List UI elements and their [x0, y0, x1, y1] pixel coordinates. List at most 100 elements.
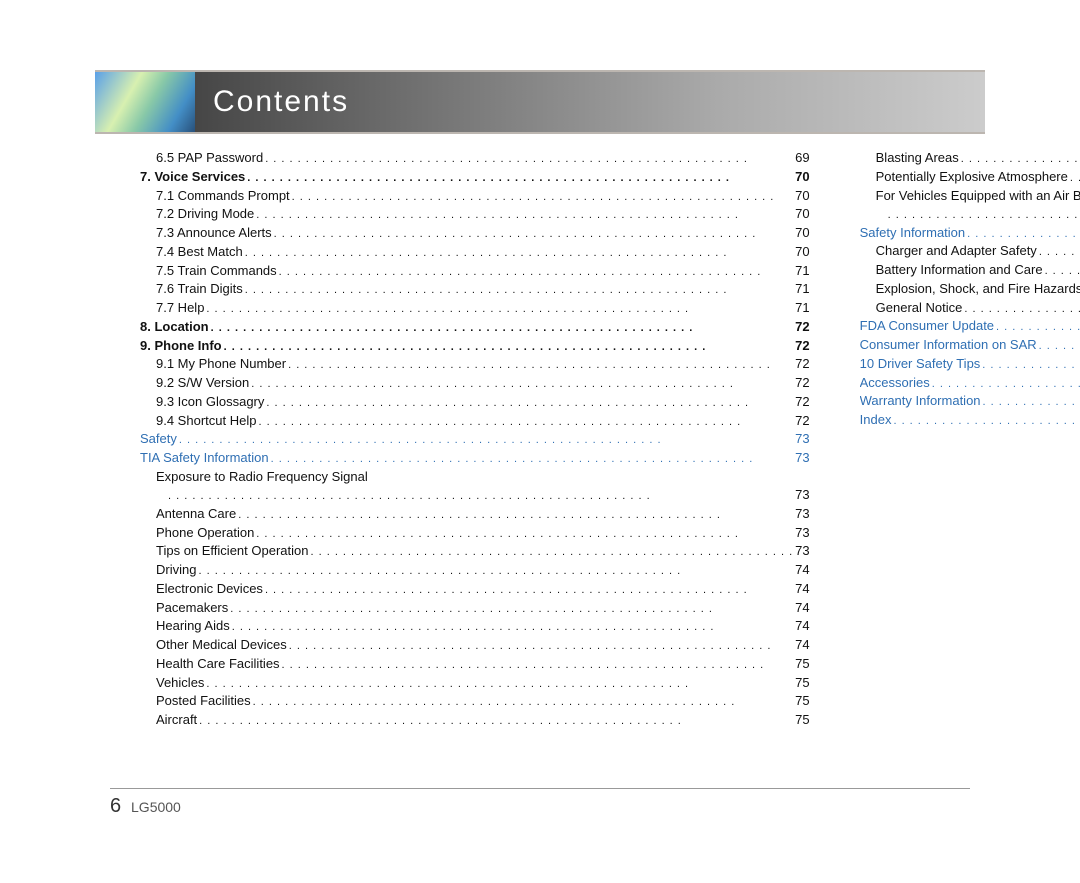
document-page: Contents 6.5 PAP Password697. Voice Serv… [0, 0, 1080, 883]
toc-entry: Consumer Information on SAR85 [860, 337, 1080, 354]
toc-entry-label: 7.7 Help [156, 300, 204, 317]
toc-entry-label: 7. Voice Services [140, 169, 245, 186]
toc-entry-page: 70 [795, 188, 809, 205]
toc-entry: General Notice77 [860, 300, 1080, 317]
toc-entry-page: 70 [795, 244, 809, 261]
toc-entry: Electronic Devices74 [140, 581, 810, 598]
toc-entry: Phone Operation73 [140, 525, 810, 542]
toc-entry-page: 75 [795, 675, 809, 692]
toc-entry-label: 9. Phone Info [140, 338, 222, 355]
toc-entry-page: 71 [795, 281, 809, 298]
toc-entry-label: For Vehicles Equipped with an Air Bag [876, 188, 1080, 204]
toc-entry-label: 9.1 My Phone Number [156, 356, 286, 373]
toc-entry: Explosion, Shock, and Fire Hazards76 [860, 281, 1080, 298]
leader-dots [206, 675, 793, 692]
toc-entry: Aircraft75 [140, 712, 810, 729]
leader-dots [251, 375, 793, 392]
leader-dots [271, 450, 794, 467]
toc-entry: 73 [140, 487, 810, 504]
toc-entry-label: 9.2 S/W Version [156, 375, 249, 392]
toc-entry-label: Accessories [860, 375, 930, 392]
toc-entry-page: 72 [795, 319, 809, 336]
leader-dots [888, 206, 1080, 223]
toc-entry-label: 7.5 Train Commands [156, 263, 277, 280]
toc-entry: Safety Information76 [860, 225, 1080, 242]
model-label: LG5000 [131, 799, 181, 815]
toc-entry: For Vehicles Equipped with an Air Bag [860, 188, 1080, 204]
leader-dots [245, 244, 793, 261]
toc-entry: 9.2 S/W Version 72 [140, 375, 810, 392]
leader-dots [253, 693, 794, 710]
toc-entry-label: Safety Information [860, 225, 966, 242]
toc-entry-label: TIA Safety Information [140, 450, 269, 467]
toc-columns: 6.5 PAP Password697. Voice Services707.1… [140, 148, 940, 731]
toc-entry-page: 75 [795, 656, 809, 673]
leader-dots [279, 263, 794, 280]
toc-entry-label: Blasting Areas [876, 150, 959, 167]
toc-column-left: 6.5 PAP Password697. Voice Services707.1… [140, 148, 810, 731]
toc-entry: Exposure to Radio Frequency Signal [140, 469, 810, 485]
leader-dots [265, 581, 793, 598]
toc-entry-page: 73 [795, 450, 809, 467]
toc-entry-page: 70 [795, 206, 809, 223]
leader-dots [211, 319, 794, 336]
toc-entry-label: Phone Operation [156, 525, 254, 542]
leader-dots [256, 525, 793, 542]
toc-entry: Battery Information and Care76 [860, 262, 1080, 279]
toc-entry: Hearing Aids74 [140, 618, 810, 635]
toc-entry-page: 72 [795, 338, 809, 355]
leader-dots [247, 169, 793, 186]
toc-entry-label: 7.3 Announce Alerts [156, 225, 272, 242]
toc-entry-page: 73 [795, 487, 809, 504]
toc-entry-page: 72 [795, 375, 809, 392]
toc-entry-label: General Notice [876, 300, 963, 317]
toc-entry-label: Battery Information and Care [876, 262, 1043, 279]
toc-entry: 7.3 Announce Alerts70 [140, 225, 810, 242]
leader-dots [1039, 243, 1080, 260]
toc-entry-label: Index [860, 412, 892, 429]
leader-dots [206, 300, 793, 317]
leader-dots [961, 150, 1080, 167]
leader-dots [238, 506, 793, 523]
leader-dots [258, 413, 793, 430]
leader-dots [274, 225, 794, 242]
toc-entry: Posted Facilities75 [140, 693, 810, 710]
leader-dots [199, 712, 793, 729]
toc-entry-label: Electronic Devices [156, 581, 263, 598]
toc-entry: FDA Consumer Update78 [860, 318, 1080, 335]
toc-entry: Driving74 [140, 562, 810, 579]
header-band: Contents [95, 70, 985, 134]
toc-entry: Tips on Efficient Operation73 [140, 543, 810, 560]
toc-entry: 10 Driver Safety Tips86 [860, 356, 1080, 373]
toc-entry-label: 8. Location [140, 319, 209, 336]
toc-entry: 9.3 Icon Glossagry72 [140, 394, 810, 411]
toc-entry: Pacemakers74 [140, 600, 810, 617]
toc-entry: 9. Phone Info 72 [140, 338, 810, 355]
toc-entry: Potentially Explosive Atmosphere75 [860, 169, 1080, 186]
toc-entry-page: 74 [795, 600, 809, 617]
leader-dots [288, 356, 793, 373]
toc-entry-page: 74 [795, 618, 809, 635]
toc-entry-label: Antenna Care [156, 506, 236, 523]
toc-entry-page: 73 [795, 543, 809, 560]
leader-dots [893, 412, 1080, 429]
leader-dots [932, 375, 1080, 392]
toc-entry: 7.5 Train Commands 71 [140, 263, 810, 280]
page-title: Contents [213, 85, 349, 119]
toc-entry: 8. Location 72 [140, 319, 810, 336]
toc-entry-page: 74 [795, 562, 809, 579]
leader-dots [282, 656, 794, 673]
toc-entry-page: 75 [795, 712, 809, 729]
leader-dots [964, 300, 1080, 317]
toc-entry-label: Vehicles [156, 675, 204, 692]
toc-entry-page: 74 [795, 637, 809, 654]
toc-entry-label: Charger and Adapter Safety [876, 243, 1037, 260]
toc-entry-page: 75 [795, 693, 809, 710]
leader-dots [232, 618, 793, 635]
toc-entry-page: 71 [795, 263, 809, 280]
toc-entry-label: 7.4 Best Match [156, 244, 243, 261]
leader-dots [265, 150, 793, 167]
toc-entry-label: Warranty Information [860, 393, 981, 410]
toc-entry-label: 7.6 Train Digits [156, 281, 243, 298]
toc-entry: Health Care Facilities75 [140, 656, 810, 673]
